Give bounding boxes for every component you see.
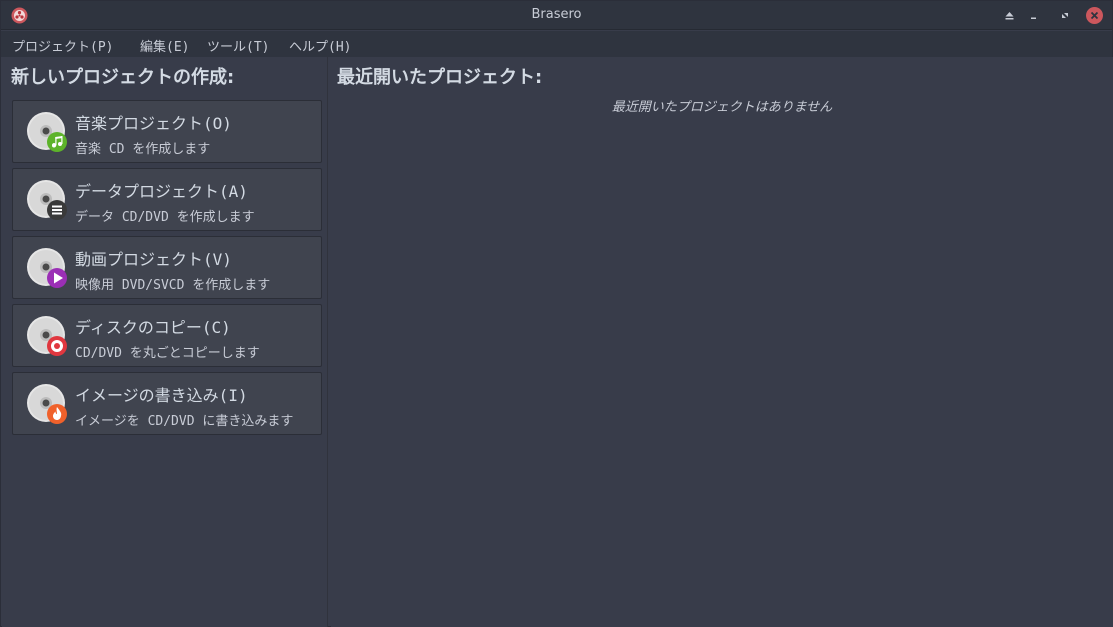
menu-tools[interactable]: ツール(T) (207, 36, 269, 55)
disc-copy-button[interactable]: ディスクのコピー(C) CD/DVD を丸ごとコピーします (12, 304, 322, 367)
new-project-heading: 新しいプロジェクトの作成: (11, 67, 235, 88)
data-project-desc: データ CD/DVD を作成します (75, 210, 255, 225)
recent-projects-pane: 最近開いたプロジェクト: 最近開いたプロジェクトはありません (331, 57, 1113, 627)
burn-image-button[interactable]: イメージの書き込み(I) イメージを CD/DVD に書き込みます (12, 372, 322, 435)
disc-music-icon (27, 112, 67, 152)
menu-help[interactable]: ヘルプ(H) (289, 36, 351, 55)
audio-project-button[interactable]: 音楽プロジェクト(O) 音楽 CD を作成します (12, 100, 322, 163)
disc-copy-desc: CD/DVD を丸ごとコピーします (75, 346, 260, 361)
video-project-title: 動画プロジェクト(V) (75, 250, 232, 269)
minimize-icon[interactable] (1025, 7, 1042, 24)
disc-copy-title: ディスクのコピー(C) (75, 318, 231, 337)
disc-burn-icon (27, 384, 67, 424)
recent-projects-heading: 最近開いたプロジェクト: (337, 67, 543, 88)
title-bar[interactable]: Brasero (1, 1, 1112, 30)
close-icon[interactable] (1086, 7, 1103, 24)
restore-icon[interactable] (1056, 7, 1073, 24)
window-title: Brasero (531, 7, 582, 22)
new-project-pane: 新しいプロジェクトの作成: 音楽プロジェクト(O) 音楽 CD を作成します デ… (2, 57, 328, 627)
video-project-desc: 映像用 DVD/SVCD を作成します (75, 278, 271, 293)
recent-projects-empty-message: 最近開いたプロジェクトはありません (611, 100, 833, 115)
video-project-button[interactable]: 動画プロジェクト(V) 映像用 DVD/SVCD を作成します (12, 236, 322, 299)
disc-data-icon (27, 180, 67, 220)
audio-project-title: 音楽プロジェクト(O) (75, 114, 232, 133)
audio-project-desc: 音楽 CD を作成します (75, 142, 211, 157)
menu-edit[interactable]: 編集(E) (140, 36, 189, 55)
menu-bar: プロジェクト(P) 編集(E) ツール(T) ヘルプ(H) (1, 31, 1112, 57)
data-project-title: データプロジェクト(A) (75, 182, 248, 201)
disc-video-icon (27, 248, 67, 288)
burn-image-title: イメージの書き込み(I) (75, 386, 248, 405)
eject-icon[interactable] (1001, 7, 1018, 24)
data-project-button[interactable]: データプロジェクト(A) データ CD/DVD を作成します (12, 168, 322, 231)
disc-copy-icon (27, 316, 67, 356)
burn-image-desc: イメージを CD/DVD に書き込みます (75, 414, 294, 429)
brasero-window: Brasero プロジェクト(P) 編集(E) ツール(T) ヘルプ(H) 新し… (0, 0, 1113, 627)
menu-project[interactable]: プロジェクト(P) (12, 36, 113, 55)
